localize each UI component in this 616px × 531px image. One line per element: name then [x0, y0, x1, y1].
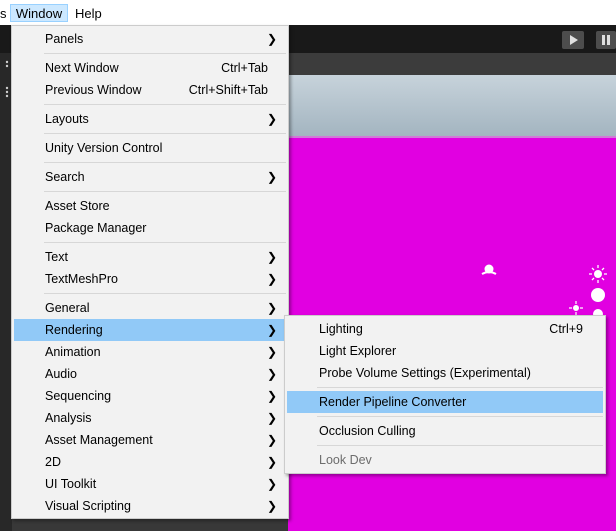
chevron-right-icon: ❯ — [266, 250, 277, 264]
menu-item-label: Animation — [45, 345, 101, 359]
menu-item-label: Panels — [45, 32, 84, 46]
menu-item-label: Audio — [45, 367, 77, 381]
menu-item-ui-toolkit[interactable]: UI Toolkit ❯ — [14, 473, 286, 495]
menu-item-package-manager[interactable]: Package Manager — [14, 217, 286, 239]
menu-item-previous-window[interactable]: Previous Window Ctrl+Shift+Tab — [14, 79, 286, 101]
menu-item-label: UI Toolkit — [45, 477, 97, 491]
menu-separator — [44, 242, 286, 243]
menu-item-shortcut: Ctrl+Tab — [221, 61, 268, 75]
menu-separator — [44, 191, 286, 192]
menu-item-visual-scripting[interactable]: Visual Scripting ❯ — [14, 495, 286, 517]
chevron-right-icon: ❯ — [266, 477, 277, 491]
menu-item-label: Next Window — [45, 61, 119, 75]
scene-sky — [288, 75, 616, 143]
panel-handle-icon — [3, 58, 11, 111]
chevron-right-icon: ❯ — [266, 323, 277, 337]
menu-item-audio[interactable]: Audio ❯ — [14, 363, 286, 385]
chevron-right-icon: ❯ — [266, 389, 277, 403]
menu-item-label: Asset Store — [45, 199, 110, 213]
submenu-item-light-explorer[interactable]: Light Explorer — [287, 340, 603, 362]
menu-separator — [317, 387, 603, 388]
menu-item-label: Rendering — [45, 323, 103, 337]
menu-item-text[interactable]: Text ❯ — [14, 246, 286, 268]
menu-bar: s Window Help — [0, 0, 616, 25]
chevron-right-icon: ❯ — [266, 32, 277, 46]
submenu-item-probe-volume-settings[interactable]: Probe Volume Settings (Experimental) — [287, 362, 603, 384]
menu-separator — [44, 162, 286, 163]
chevron-right-icon: ❯ — [266, 411, 277, 425]
submenu-item-render-pipeline-converter[interactable]: Render Pipeline Converter — [287, 391, 603, 413]
menu-item-search[interactable]: Search ❯ — [14, 166, 286, 188]
menu-item-unity-version-control[interactable]: Unity Version Control — [14, 137, 286, 159]
menu-item-textmeshpro[interactable]: TextMeshPro ❯ — [14, 268, 286, 290]
play-button[interactable] — [562, 31, 584, 49]
menubar-item-help[interactable]: Help — [75, 4, 105, 23]
menu-item-label: Look Dev — [319, 453, 372, 467]
menu-item-label: TextMeshPro — [45, 272, 118, 286]
submenu-item-lighting[interactable]: Lighting Ctrl+9 — [287, 318, 603, 340]
menu-separator — [317, 445, 603, 446]
menu-item-label: Layouts — [45, 112, 89, 126]
menu-item-label: General — [45, 301, 90, 315]
menu-item-label: Occlusion Culling — [319, 424, 416, 438]
menu-item-label: Lighting — [319, 322, 363, 336]
submenu-item-occlusion-culling[interactable]: Occlusion Culling — [287, 420, 603, 442]
menu-item-label: Visual Scripting — [45, 499, 131, 513]
menubar-item-window[interactable]: Window — [10, 4, 68, 22]
chevron-right-icon: ❯ — [266, 367, 277, 381]
camera-gizmo-icon[interactable] — [478, 260, 500, 283]
chevron-right-icon: ❯ — [266, 433, 277, 447]
menu-item-next-window[interactable]: Next Window Ctrl+Tab — [14, 57, 286, 79]
menu-item-label: Previous Window — [45, 83, 142, 97]
rendering-submenu: Lighting Ctrl+9 Light Explorer Probe Volu… — [284, 315, 606, 474]
chevron-right-icon: ❯ — [266, 272, 277, 286]
menu-separator — [44, 133, 286, 134]
menu-item-label: Unity Version Control — [45, 141, 163, 155]
pause-button[interactable] — [596, 31, 616, 49]
pause-icon — [602, 35, 610, 45]
menu-item-label: Sequencing — [45, 389, 112, 403]
chevron-right-icon: ❯ — [266, 345, 277, 359]
menu-separator — [44, 104, 286, 105]
play-icon — [570, 35, 578, 45]
menu-item-shortcut: Ctrl+Shift+Tab — [188, 83, 268, 97]
menu-item-label: Package Manager — [45, 221, 147, 235]
menu-item-2d[interactable]: 2D ❯ — [14, 451, 286, 473]
menu-item-analysis[interactable]: Analysis ❯ — [14, 407, 286, 429]
menu-item-label: 2D — [45, 455, 61, 469]
menu-item-shortcut: Ctrl+9 — [549, 322, 583, 336]
menu-item-panels[interactable]: Panels ❯ — [14, 28, 286, 50]
menu-item-asset-management[interactable]: Asset Management ❯ — [14, 429, 286, 451]
menu-item-asset-store[interactable]: Asset Store — [14, 195, 286, 217]
menu-item-rendering[interactable]: Rendering ❯ — [14, 319, 286, 341]
chevron-right-icon: ❯ — [266, 170, 277, 184]
menu-separator — [317, 416, 603, 417]
chevron-right-icon: ❯ — [266, 499, 277, 513]
chevron-right-icon: ❯ — [266, 301, 277, 315]
menu-item-label: Text — [45, 250, 68, 264]
menu-item-layouts[interactable]: Layouts ❯ — [14, 108, 286, 130]
menu-item-label: Light Explorer — [319, 344, 397, 358]
menu-separator — [44, 53, 286, 54]
menubar-item-partial[interactable]: s — [0, 4, 8, 23]
menu-item-label: Analysis — [45, 411, 92, 425]
menu-item-sequencing[interactable]: Sequencing ❯ — [14, 385, 286, 407]
menu-item-general[interactable]: General ❯ — [14, 297, 286, 319]
window-menu: Panels ❯ Next Window Ctrl+Tab Previous Win… — [11, 25, 289, 519]
menu-item-label: Asset Management — [45, 433, 153, 447]
menu-item-label: Render Pipeline Converter — [319, 395, 467, 409]
menu-separator — [44, 293, 286, 294]
menu-item-animation[interactable]: Animation ❯ — [14, 341, 286, 363]
submenu-item-look-dev: Look Dev — [287, 449, 603, 471]
chevron-right-icon: ❯ — [266, 112, 277, 126]
menu-item-label: Search — [45, 170, 85, 184]
chevron-right-icon: ❯ — [266, 455, 277, 469]
menu-item-label: Probe Volume Settings (Experimental) — [319, 366, 531, 380]
